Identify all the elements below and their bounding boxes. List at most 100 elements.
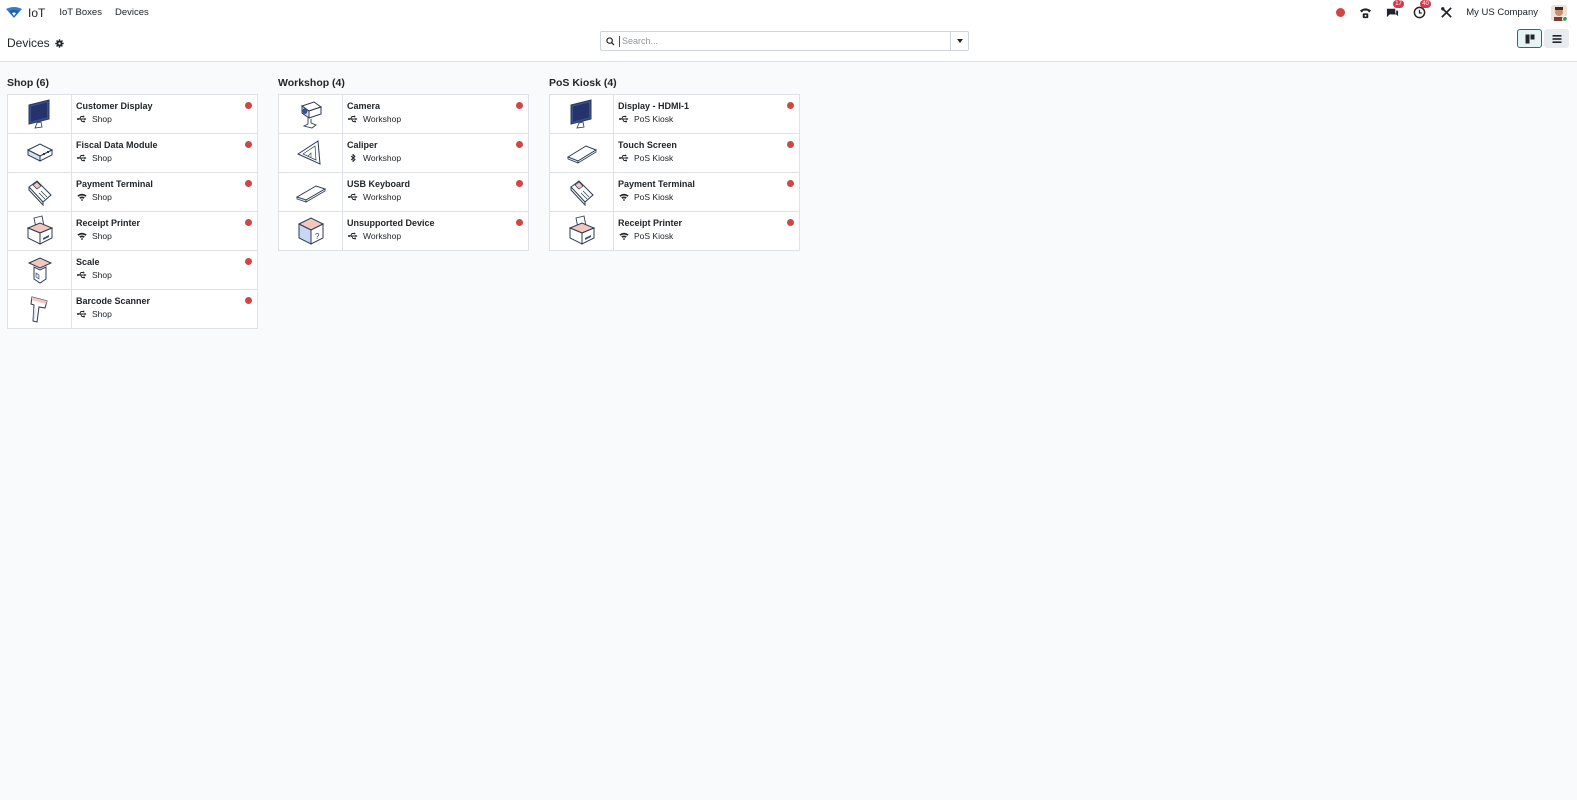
column-cards: Display - HDMI-1 PoS Kiosk Touch Screen … bbox=[549, 94, 800, 251]
device-location: PoS Kiosk bbox=[634, 153, 674, 163]
search-icon bbox=[601, 36, 619, 46]
device-connection: Shop bbox=[77, 192, 253, 202]
device-location: Shop bbox=[92, 153, 112, 163]
device-card-body: Touch Screen PoS Kiosk bbox=[614, 134, 799, 172]
view-switcher bbox=[1517, 29, 1569, 48]
device-card[interactable]: Payment Terminal PoS Kiosk bbox=[549, 172, 800, 212]
device-status-dot bbox=[787, 219, 794, 226]
top-navbar: IoT IoT Boxes Devices 17 40 My US Compan… bbox=[0, 0, 1577, 25]
device-location: Workshop bbox=[363, 114, 402, 124]
device-card-body: Display - HDMI-1 PoS Kiosk bbox=[614, 95, 799, 133]
device-status-dot bbox=[245, 297, 252, 304]
device-card[interactable]: Customer Display Shop bbox=[7, 94, 258, 134]
device-status-dot bbox=[787, 102, 794, 109]
search-input[interactable] bbox=[619, 35, 950, 47]
payment-terminal-icon bbox=[27, 180, 52, 207]
activities-clock-icon[interactable]: 40 bbox=[1412, 0, 1431, 20]
device-card[interactable]: Camera Workshop bbox=[278, 94, 529, 134]
kanban-column: Workshop (4) Camera Workshop Caliper Wor… bbox=[278, 72, 529, 329]
scale-icon bbox=[27, 257, 52, 284]
bluetooth-icon bbox=[348, 154, 358, 162]
menu-item-devices[interactable]: Devices bbox=[115, 7, 149, 18]
device-name: USB Keyboard bbox=[347, 179, 411, 189]
device-card[interactable]: Payment Terminal Shop bbox=[7, 172, 258, 212]
device-card[interactable]: ? Unsupported Device Workshop bbox=[278, 211, 529, 251]
kanban-view-button[interactable] bbox=[1517, 29, 1542, 48]
device-card-body: Caliper Workshop bbox=[343, 134, 528, 172]
kanban-column: Shop (6) Customer Display Shop Fiscal Da… bbox=[7, 72, 258, 329]
device-card[interactable]: Receipt Printer Shop bbox=[7, 211, 258, 251]
device-status-dot bbox=[516, 180, 523, 187]
usb-icon bbox=[619, 154, 629, 162]
column-cards: Customer Display Shop Fiscal Data Module… bbox=[7, 94, 258, 329]
device-image bbox=[8, 134, 72, 172]
unknown-device-icon: ? bbox=[297, 217, 324, 245]
device-card[interactable]: Fiscal Data Module Shop bbox=[7, 133, 258, 173]
device-image bbox=[8, 290, 72, 328]
device-status-dot bbox=[787, 180, 794, 187]
search-bar bbox=[600, 31, 969, 51]
device-card[interactable]: Barcode Scanner Shop bbox=[7, 289, 258, 329]
printer-icon bbox=[568, 215, 595, 245]
device-connection: Workshop bbox=[348, 114, 524, 124]
recording-indicator[interactable] bbox=[1336, 8, 1346, 17]
user-online-status bbox=[1562, 15, 1567, 21]
device-name: Payment Terminal bbox=[76, 179, 153, 189]
caliper-icon bbox=[296, 140, 321, 165]
device-location: Shop bbox=[92, 309, 112, 319]
fiscal-module-icon bbox=[26, 143, 53, 162]
device-location: Workshop bbox=[363, 231, 402, 241]
device-card[interactable]: Caliper Workshop bbox=[278, 133, 529, 173]
usb-icon bbox=[77, 115, 87, 123]
touch-screen-icon bbox=[566, 145, 597, 164]
debug-tools-icon[interactable] bbox=[1439, 6, 1453, 20]
breadcrumb: Devices bbox=[7, 36, 64, 50]
device-location: Shop bbox=[92, 114, 112, 124]
device-image bbox=[550, 95, 614, 133]
device-status-dot bbox=[516, 102, 523, 109]
device-card[interactable]: USB Keyboard Workshop bbox=[278, 172, 529, 212]
page-title: Devices bbox=[7, 36, 50, 50]
device-card-body: Camera Workshop bbox=[343, 95, 528, 133]
monitor-icon bbox=[28, 99, 49, 129]
device-connection: PoS Kiosk bbox=[619, 114, 795, 124]
list-view-button[interactable] bbox=[1544, 29, 1569, 48]
device-name: Customer Display bbox=[76, 101, 153, 111]
messages-icon[interactable]: 17 bbox=[1385, 0, 1404, 20]
device-location: Workshop bbox=[363, 192, 402, 202]
systray: 17 40 My US Company bbox=[1336, 0, 1571, 21]
device-name: Scale bbox=[76, 257, 100, 267]
monitor-icon bbox=[570, 99, 591, 129]
menu-item-iot-boxes[interactable]: IoT Boxes bbox=[59, 7, 102, 18]
device-location: Shop bbox=[92, 270, 112, 280]
usb-icon bbox=[348, 232, 358, 240]
user-avatar[interactable] bbox=[1551, 4, 1567, 21]
device-card[interactable]: Receipt Printer PoS Kiosk bbox=[549, 211, 800, 251]
device-name: Receipt Printer bbox=[76, 218, 141, 228]
device-card[interactable]: Touch Screen PoS Kiosk bbox=[549, 133, 800, 173]
device-card[interactable]: Display - HDMI-1 PoS Kiosk bbox=[549, 94, 800, 134]
column-cards: Camera Workshop Caliper Workshop USB Key… bbox=[278, 94, 529, 251]
phone-icon[interactable] bbox=[1358, 6, 1372, 20]
device-image bbox=[279, 134, 343, 172]
device-name: Caliper bbox=[347, 140, 378, 150]
kanban-icon bbox=[1525, 34, 1534, 43]
kanban-column: PoS Kiosk (4) Display - HDMI-1 PoS Kiosk… bbox=[549, 72, 800, 329]
device-card[interactable]: Scale Shop bbox=[7, 250, 258, 290]
device-connection: PoS Kiosk bbox=[619, 192, 795, 202]
usb-icon bbox=[619, 115, 629, 123]
company-switcher[interactable]: My US Company bbox=[1466, 7, 1538, 18]
device-name: Display - HDMI-1 bbox=[618, 101, 690, 111]
device-card-body: USB Keyboard Workshop bbox=[343, 173, 528, 211]
device-card-body: Receipt Printer PoS Kiosk bbox=[614, 212, 799, 250]
device-image bbox=[8, 251, 72, 289]
gear-icon[interactable] bbox=[54, 38, 64, 48]
caret-down-icon bbox=[956, 39, 963, 43]
device-name: Fiscal Data Module bbox=[76, 140, 158, 150]
main-menu: IoT Boxes Devices bbox=[59, 7, 148, 18]
svg-text:?: ? bbox=[315, 232, 320, 241]
app-name: IoT bbox=[28, 5, 46, 20]
app-brand[interactable]: IoT bbox=[6, 6, 45, 20]
device-connection: Shop bbox=[77, 153, 253, 163]
search-options-toggle[interactable] bbox=[950, 32, 968, 50]
